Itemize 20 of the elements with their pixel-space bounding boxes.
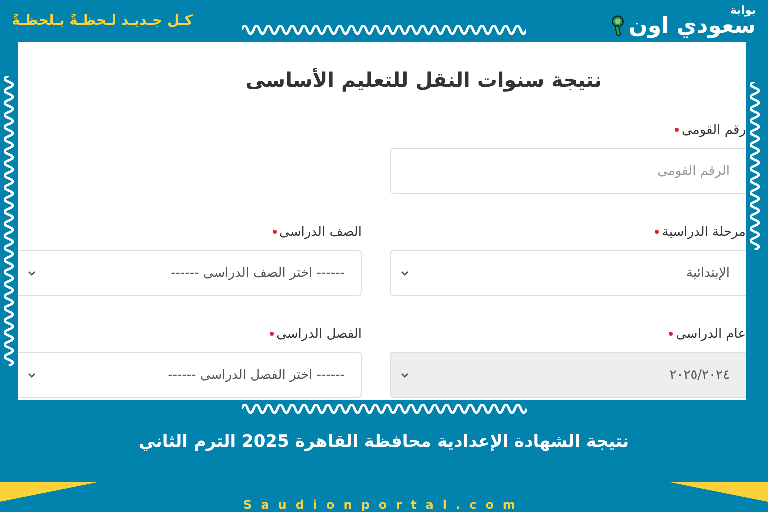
field-label: مرحلة الدراسية (662, 224, 746, 240)
field-label: الفصل الدراسى (276, 326, 362, 342)
dropdown[interactable]: ------ اختر الفصل الدراسى ------ (18, 352, 362, 398)
chevron-down-icon (28, 270, 36, 276)
site-url: Saudionportal.com (244, 498, 524, 512)
magnifier-icon (611, 14, 626, 38)
input-field[interactable]: الرقم القومى (390, 148, 746, 194)
field-label: الصف الدراسى (280, 224, 362, 240)
dropdown[interactable]: ------ اختر الصف الدراسى ------ (18, 250, 362, 296)
logo-text: سعودي اون (629, 16, 756, 38)
slogan: كـل جـديـد لـحظـةً بـلحظـةً (12, 13, 194, 29)
form-title: نتيجة سنوات النقل للتعليم الأساسى (244, 67, 603, 94)
field-label: رقم القومى (682, 122, 746, 138)
dropdown[interactable]: الإبتدائية (390, 250, 746, 296)
field-label: عام الدراسى (676, 326, 746, 342)
logo-text: بوابة (730, 4, 756, 16)
chevron-down-icon (401, 270, 409, 276)
headline: نتيجة الشهادة الإعدادية محافظة القاهرة 2025 الترم الثاني (138, 432, 630, 454)
chevron-down-icon (401, 372, 409, 378)
chevron-down-icon (28, 372, 36, 378)
